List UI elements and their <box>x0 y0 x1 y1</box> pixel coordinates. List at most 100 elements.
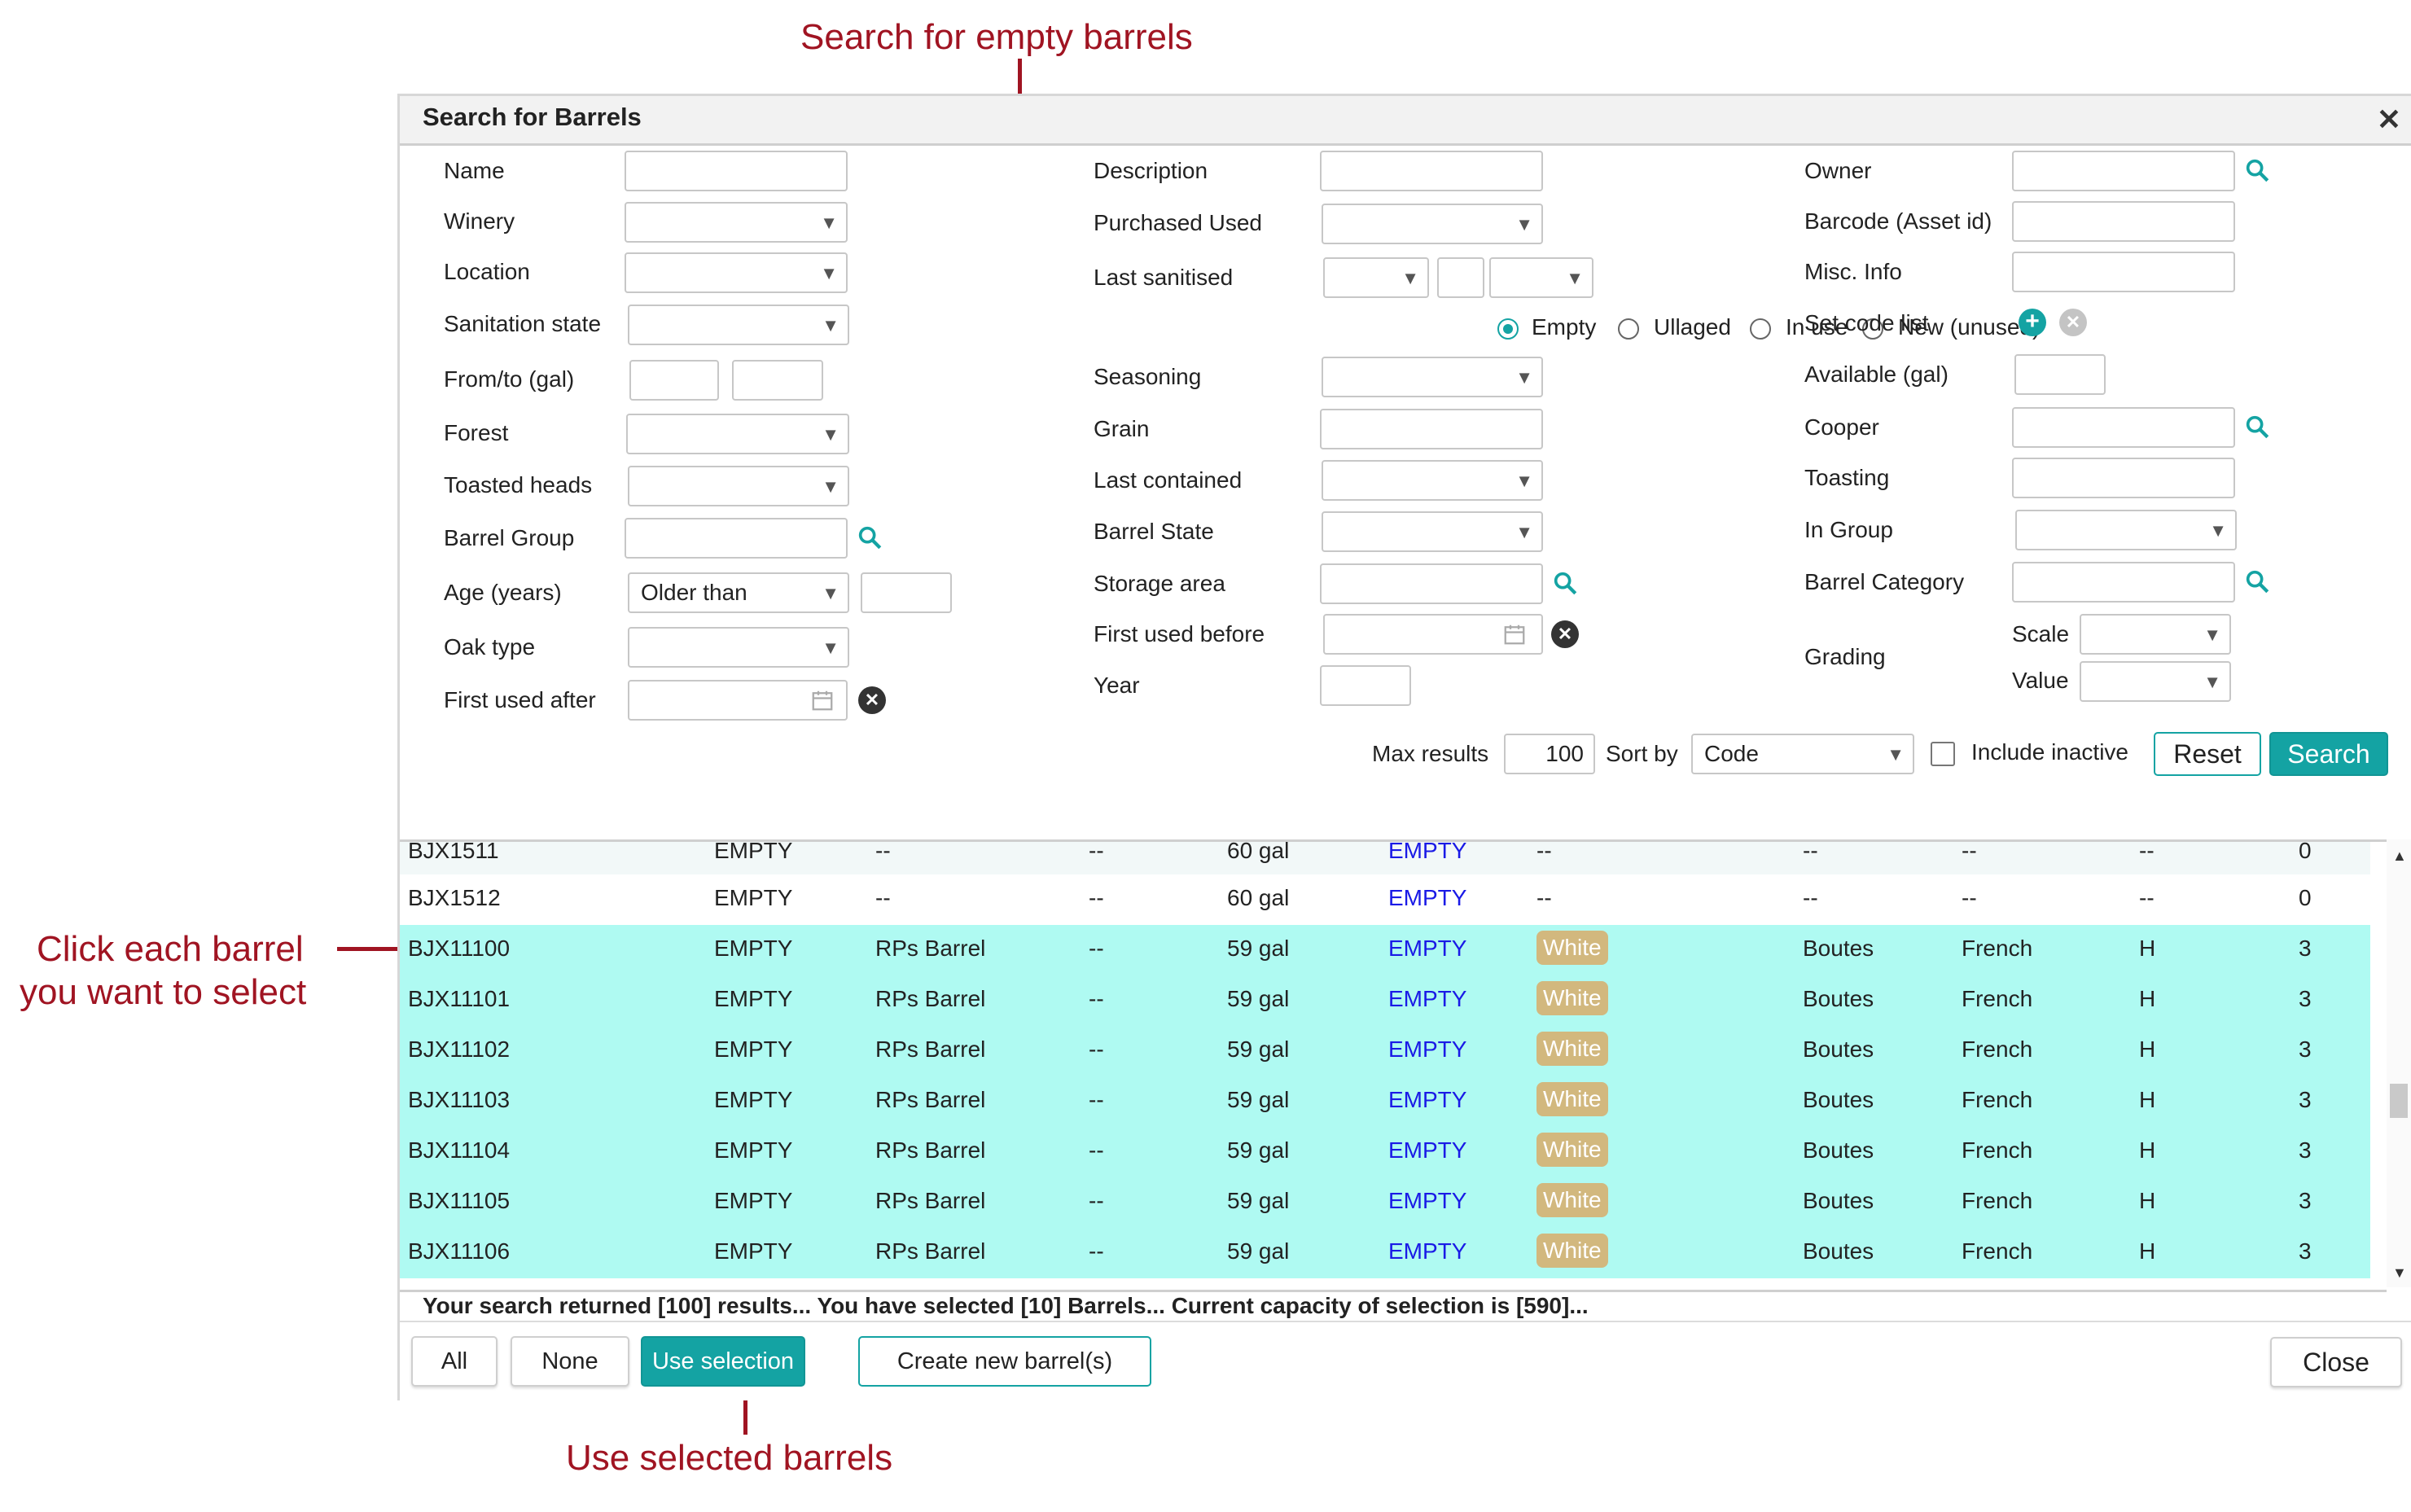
radio-ullaged[interactable] <box>1618 318 1639 340</box>
from-gal-input[interactable] <box>629 360 719 401</box>
toasted-heads-select[interactable]: ▼ <box>628 466 849 506</box>
select-none-button[interactable]: None <box>511 1336 629 1387</box>
cooper-input[interactable] <box>2012 407 2235 448</box>
misc-info-input[interactable] <box>2012 252 2235 292</box>
calendar-icon[interactable] <box>1502 622 1527 646</box>
age-select[interactable]: Older than ▼ <box>628 572 849 613</box>
table-row[interactable]: BJX11100 EMPTY RPs Barrel -- 59 gal EMPTY Whit… <box>400 925 2370 975</box>
remove-icon[interactable]: ✕ <box>2059 309 2087 336</box>
cell-toast: -- <box>2139 839 2155 863</box>
include-inactive-checkbox[interactable] <box>1931 742 1955 766</box>
close-button[interactable]: Close <box>2270 1337 2402 1387</box>
barrel-category-input[interactable] <box>2012 562 2235 603</box>
label-forest: Forest <box>444 420 509 445</box>
label-available: Available (gal) <box>1804 362 1949 387</box>
table-row[interactable]: BJX11106 EMPTY RPs Barrel -- 59 gal EMPTY Whit… <box>400 1228 2370 1278</box>
sort-by-select[interactable]: Code ▼ <box>1691 734 1914 774</box>
chevron-down-icon: ▼ <box>820 213 838 233</box>
cell-cooper: Boutes <box>1803 986 1874 1011</box>
cell-description: RPs Barrel <box>875 1036 986 1062</box>
cell-capacity: 59 gal <box>1227 1137 1290 1163</box>
clear-date-icon[interactable]: ✕ <box>858 686 886 714</box>
cell-forest: French <box>1962 1087 2033 1112</box>
close-icon[interactable]: ✕ <box>2377 103 2401 137</box>
cell-toast: H <box>2139 1188 2156 1213</box>
table-row[interactable]: BJX1511 EMPTY -- -- 60 gal EMPTY -- -- -- -- 0 <box>400 839 2370 878</box>
scroll-thumb[interactable] <box>2390 1084 2408 1118</box>
forest-select[interactable]: ▼ <box>626 414 849 454</box>
calendar-icon[interactable] <box>810 688 835 712</box>
label-barrel-category: Barrel Category <box>1804 569 1965 594</box>
storage-area-input[interactable] <box>1320 563 1543 604</box>
age-input[interactable] <box>861 572 952 613</box>
barrel-state-select[interactable]: ▼ <box>1322 511 1543 552</box>
in-group-select[interactable]: ▼ <box>2015 510 2237 550</box>
sanitation-state-select[interactable]: ▼ <box>628 305 849 345</box>
oak-type-select[interactable]: ▼ <box>628 627 849 668</box>
search-icon[interactable] <box>2243 568 2271 595</box>
to-gal-input[interactable] <box>732 360 823 401</box>
description-input[interactable] <box>1320 151 1543 191</box>
search-icon[interactable] <box>1551 569 1579 597</box>
cell-color: White <box>1536 1082 1608 1116</box>
create-new-barrels-button[interactable]: Create new barrel(s) <box>858 1336 1151 1387</box>
scroll-down-icon[interactable]: ▼ <box>2392 1264 2407 1282</box>
grain-input[interactable] <box>1320 409 1543 449</box>
last-sanitised-input[interactable] <box>1437 257 1484 298</box>
chevron-down-icon: ▼ <box>1566 268 1584 288</box>
use-selection-button[interactable]: Use selection <box>641 1336 805 1387</box>
search-button[interactable]: Search <box>2269 732 2388 776</box>
location-select[interactable]: ▼ <box>625 252 848 293</box>
search-icon[interactable] <box>856 524 883 551</box>
table-row[interactable]: BJX11101 EMPTY RPs Barrel -- 59 gal EMPTY Whit… <box>400 975 2370 1026</box>
reset-button[interactable]: Reset <box>2154 732 2261 776</box>
label-first-used-before: First used before <box>1094 621 1265 646</box>
sort-by-value: Code <box>1704 741 1759 766</box>
chevron-down-icon: ▼ <box>1401 268 1419 288</box>
radio-ullaged-label[interactable]: Ullaged <box>1654 314 1731 340</box>
table-row[interactable]: BJX11104 EMPTY RPs Barrel -- 59 gal EMPTY Whit… <box>400 1127 2370 1177</box>
search-icon[interactable] <box>2243 156 2271 184</box>
year-input[interactable] <box>1320 665 1411 706</box>
chevron-down-icon: ▼ <box>1887 744 1905 765</box>
max-results-input[interactable]: 100 <box>1504 734 1595 774</box>
label-include-inactive[interactable]: Include inactive <box>1971 739 2128 765</box>
cell-description: RPs Barrel <box>875 1137 986 1163</box>
cell-code: BJX11101 <box>408 986 511 1011</box>
seasoning-select[interactable]: ▼ <box>1322 357 1543 397</box>
name-input[interactable] <box>625 151 848 191</box>
table-row[interactable]: BJX1512 EMPTY -- -- 60 gal EMPTY -- -- -- -- 0 <box>400 874 2370 925</box>
toasting-input[interactable] <box>2012 458 2235 498</box>
radio-empty[interactable] <box>1497 318 1519 340</box>
add-icon[interactable]: + <box>2019 309 2046 336</box>
chevron-down-icon: ▼ <box>2203 672 2221 692</box>
owner-input[interactable] <box>2012 151 2235 191</box>
clear-date-icon[interactable]: ✕ <box>1551 620 1579 648</box>
barrel-group-input[interactable] <box>625 518 848 559</box>
annotation-click-each-line1: Click each barrel <box>37 929 304 969</box>
cell-code: BJX11102 <box>408 1036 511 1062</box>
purchased-used-select[interactable]: ▼ <box>1322 204 1543 244</box>
scale-select[interactable]: ▼ <box>2080 614 2231 655</box>
winery-select[interactable]: ▼ <box>625 202 848 243</box>
table-row[interactable]: BJX11102 EMPTY RPs Barrel -- 59 gal EMPTY Whit… <box>400 1026 2370 1076</box>
table-row[interactable]: BJX11105 EMPTY RPs Barrel -- 59 gal EMPTY Whit… <box>400 1177 2370 1228</box>
last-sanitised-unit-select[interactable]: ▼ <box>1489 257 1593 298</box>
scroll-up-icon[interactable]: ▲ <box>2392 848 2407 865</box>
search-icon[interactable] <box>2243 413 2271 440</box>
table-row[interactable]: BJX11103 EMPTY RPs Barrel -- 59 gal EMPTY Whit… <box>400 1076 2370 1127</box>
value-select[interactable]: ▼ <box>2080 661 2231 702</box>
radio-empty-label[interactable]: Empty <box>1532 314 1596 340</box>
results-scrollbar[interactable]: ▲ ▼ <box>2387 839 2411 1287</box>
cell-status: EMPTY <box>1388 1036 1467 1062</box>
last-sanitised-op-select[interactable]: ▼ <box>1323 257 1429 298</box>
available-input[interactable] <box>2014 354 2106 395</box>
barcode-input[interactable] <box>2012 201 2235 242</box>
radio-in-use[interactable] <box>1750 318 1771 340</box>
results-table[interactable]: BJX1511 EMPTY -- -- 60 gal EMPTY -- -- -- -- 0 BJX1… <box>400 839 2387 1292</box>
select-all-button[interactable]: All <box>411 1336 498 1387</box>
cell-status: EMPTY <box>1388 1137 1467 1163</box>
chevron-down-icon: ▼ <box>822 583 839 603</box>
last-contained-select[interactable]: ▼ <box>1322 460 1543 501</box>
cell-code: BJX11100 <box>408 936 511 961</box>
